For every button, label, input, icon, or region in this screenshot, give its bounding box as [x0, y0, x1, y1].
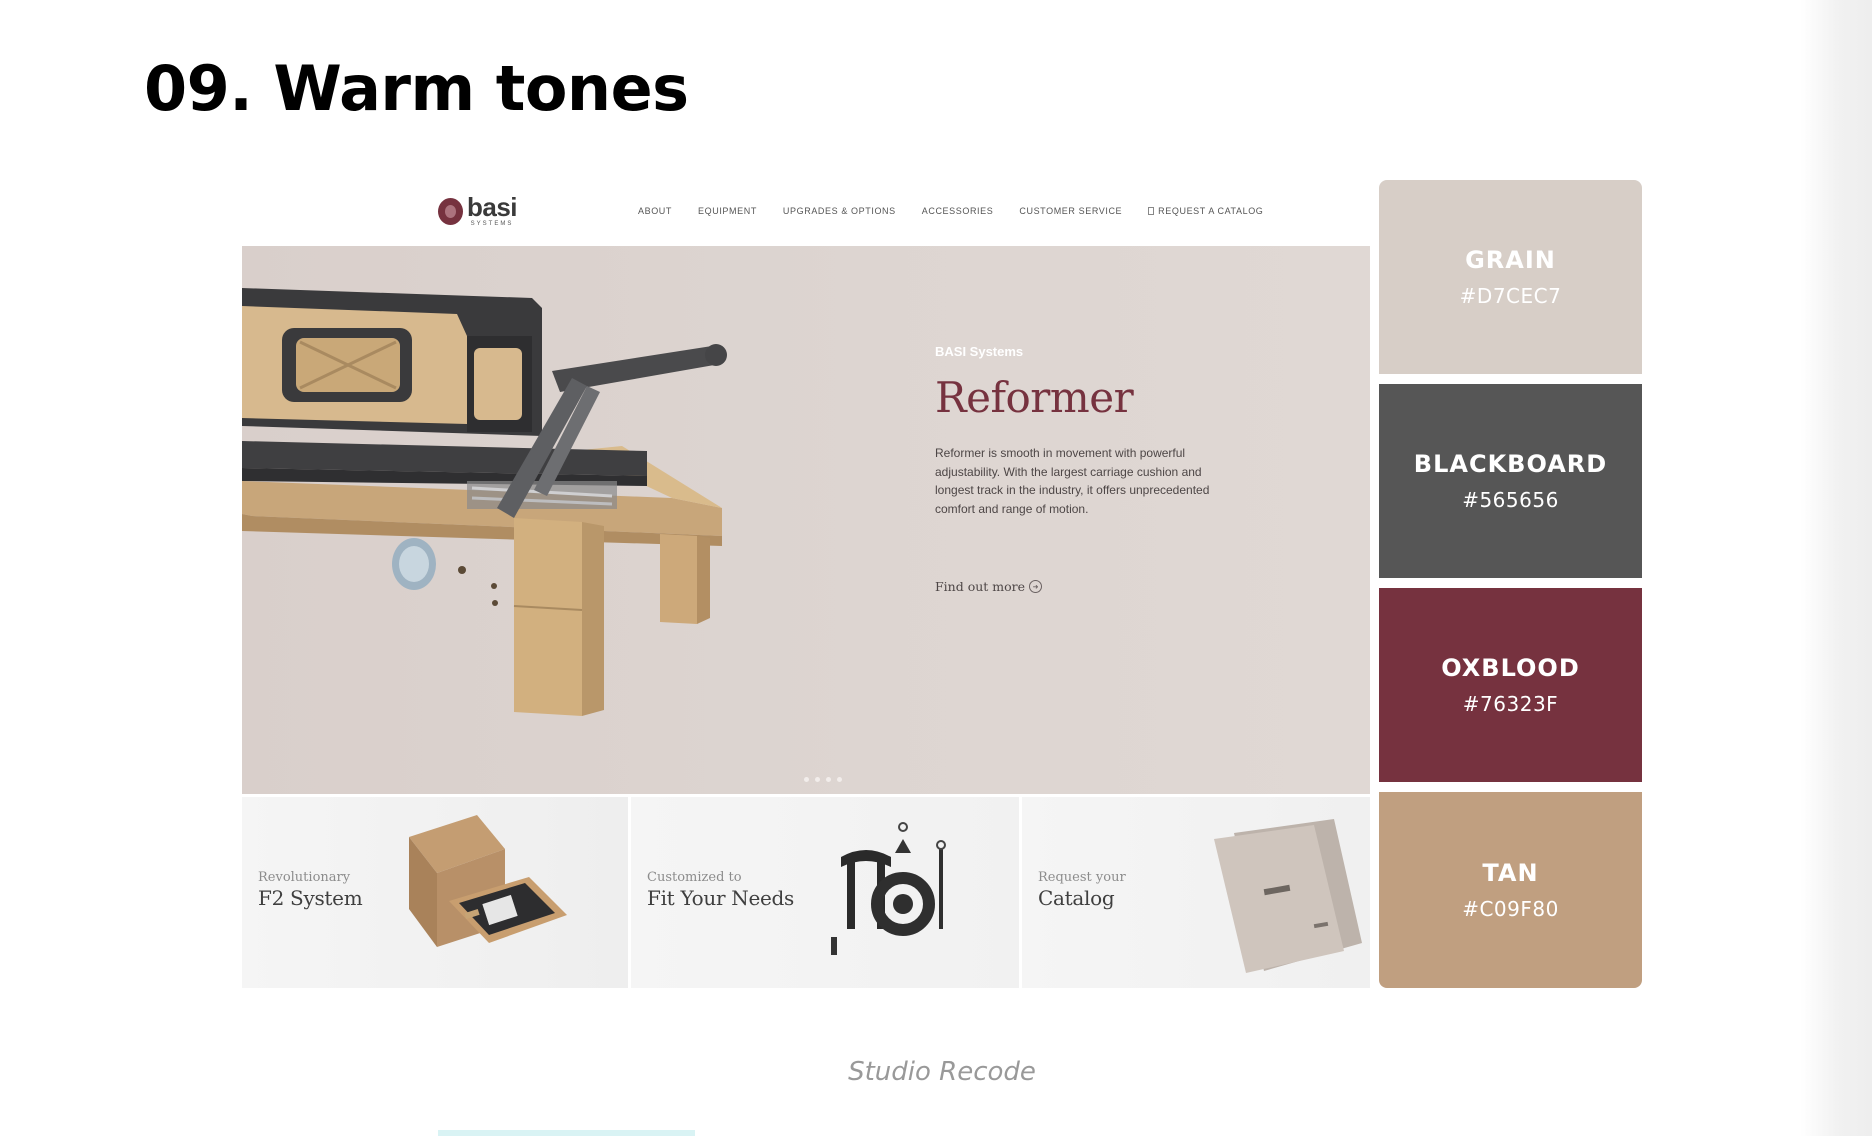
swatch-tan: TAN #C09F80	[1379, 792, 1642, 988]
tile-catalog[interactable]: Request your Catalog	[1022, 797, 1370, 988]
tile-heading: Fit Your Needs	[647, 886, 795, 910]
nav-equipment[interactable]: EQUIPMENT	[698, 206, 757, 216]
next-section-strip	[438, 1130, 695, 1136]
logo-wordmark: basi	[467, 192, 518, 222]
basi-logo[interactable]: basi SYSTEMS	[438, 192, 518, 227]
tile-kicker: Revolutionary	[258, 870, 351, 885]
slide-dot[interactable]	[837, 777, 842, 782]
hero-description: Reformer is smooth in movement with powe…	[935, 446, 1210, 516]
swatch-name: BLACKBOARD	[1413, 450, 1608, 478]
slide-dot[interactable]	[815, 777, 820, 782]
tile-f2-system[interactable]: Revolutionary F2 System	[242, 797, 628, 988]
swatch-hex: #76323F	[1462, 692, 1559, 716]
hero-eyebrow: BASI Systems	[935, 344, 1024, 359]
swatch-name: OXBLOOD	[1441, 654, 1580, 682]
swatch-blackboard: BLACKBOARD #565656	[1379, 384, 1642, 578]
slide-indicators	[804, 777, 842, 782]
f2-box-image	[409, 815, 567, 947]
straps-accessory-image	[831, 822, 946, 955]
tile-kicker: Customized to	[647, 870, 742, 885]
reformer-machine-image	[242, 288, 727, 716]
feature-tiles: Revolutionary F2 System Customized to Fi…	[242, 797, 1370, 988]
site-nav: ABOUT EQUIPMENT UPGRADES & OPTIONS ACCES…	[638, 206, 1289, 216]
image-caption: Studio Recode	[848, 1057, 1036, 1087]
tile-kicker: Request your	[1038, 870, 1126, 885]
nav-request-catalog[interactable]: REQUEST A CATALOG	[1148, 206, 1263, 216]
swatch-hex: #C09F80	[1462, 897, 1559, 921]
slide-dot[interactable]	[804, 777, 809, 782]
tile-customized[interactable]: Customized to Fit Your Needs	[631, 797, 1019, 988]
tile-heading: Catalog	[1038, 886, 1115, 910]
page-title: 09. Warm tones	[144, 52, 689, 125]
slide-dot[interactable]	[826, 777, 831, 782]
nav-request-catalog-label: REQUEST A CATALOG	[1158, 206, 1264, 216]
swatch-name: GRAIN	[1465, 246, 1556, 274]
tile-heading: F2 System	[258, 886, 363, 910]
page-edge-shadow	[1800, 0, 1872, 1136]
find-out-more-label: Find out more	[935, 579, 1026, 594]
arrow-right-icon: ➜	[1029, 580, 1043, 593]
find-out-more-link[interactable]: Find out more ➜	[935, 579, 1043, 594]
nav-upgrades-options[interactable]: UPGRADES & OPTIONS	[783, 206, 896, 216]
website-screenshot: basi SYSTEMS ABOUT EQUIPMENT UPGRADES & …	[242, 180, 1370, 988]
hero-banner: BASI Systems Reformer Reformer is smooth…	[242, 246, 1370, 794]
swatch-oxblood: OXBLOOD #76323F	[1379, 588, 1642, 782]
hero-title: Reformer	[935, 373, 1134, 422]
logo-subtitle: SYSTEMS	[470, 221, 514, 227]
swatch-name: TAN	[1482, 859, 1539, 887]
swatch-grain: GRAIN #D7CEC7	[1379, 180, 1642, 374]
nav-about[interactable]: ABOUT	[638, 206, 672, 216]
color-palette: GRAIN #D7CEC7 BLACKBOARD #565656 OXBLOOD…	[1379, 180, 1642, 988]
swatch-hex: #565656	[1462, 488, 1559, 512]
catalog-icon	[1148, 207, 1155, 215]
catalog-booklet-image	[1214, 819, 1362, 973]
swatch-hex: #D7CEC7	[1459, 284, 1562, 308]
site-header: basi SYSTEMS ABOUT EQUIPMENT UPGRADES & …	[242, 180, 1370, 246]
nav-accessories[interactable]: ACCESSORIES	[922, 206, 994, 216]
basi-logo-icon	[438, 198, 463, 225]
nav-customer-service[interactable]: CUSTOMER SERVICE	[1019, 206, 1122, 216]
